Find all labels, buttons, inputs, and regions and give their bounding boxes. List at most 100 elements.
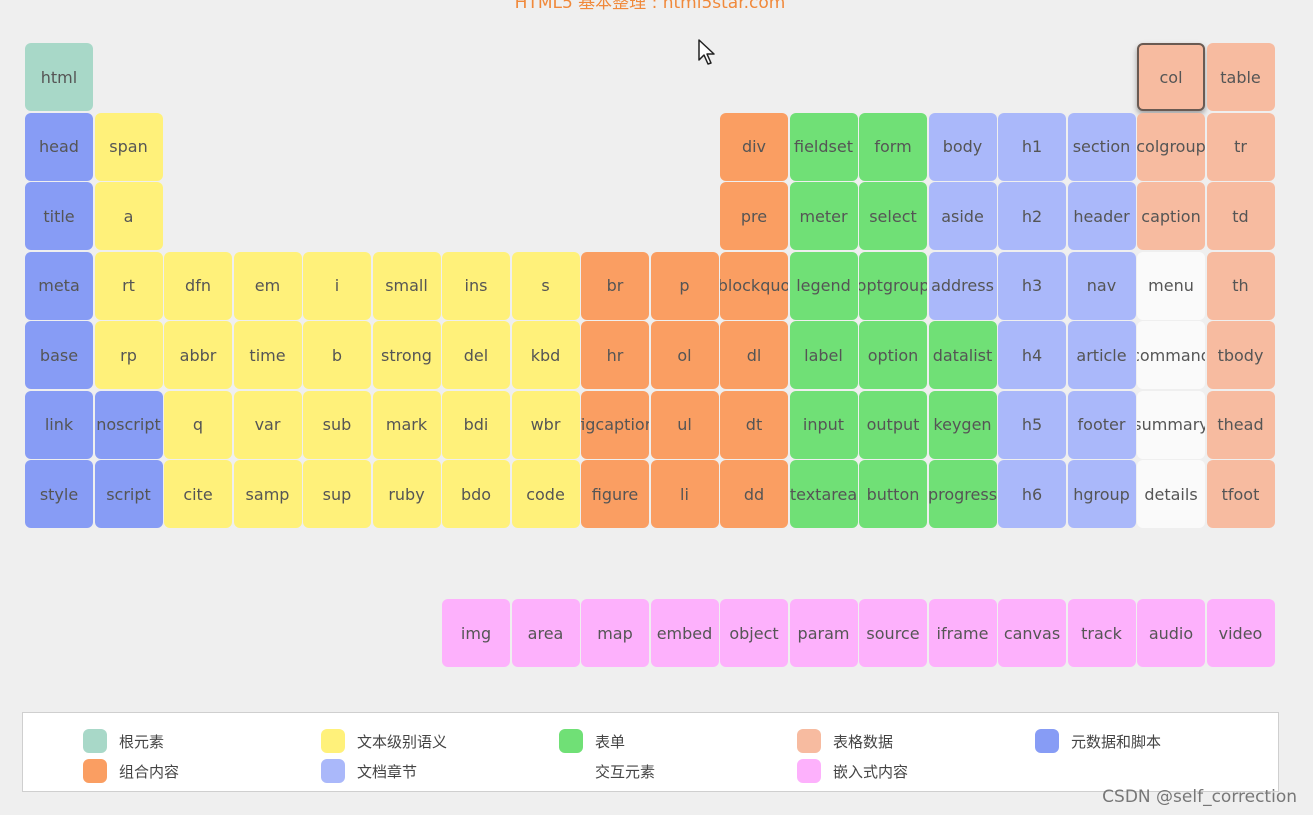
element-table[interactable]: table (1206, 43, 1275, 111)
element-img[interactable]: img (442, 599, 510, 667)
element-aside[interactable]: aside (928, 182, 997, 250)
element-audio[interactable]: audio (1137, 599, 1205, 667)
element-input[interactable]: input (789, 390, 858, 459)
element-colgroup[interactable]: colgroup (1137, 112, 1205, 181)
element-summary[interactable]: summary (1137, 390, 1205, 459)
element-section[interactable]: section (1067, 112, 1136, 181)
element-fieldset[interactable]: fieldset (789, 112, 858, 181)
element-tr[interactable]: tr (1206, 112, 1275, 181)
element-iframe[interactable]: iframe (928, 599, 997, 667)
element-hgroup[interactable]: hgroup (1067, 460, 1136, 528)
element-h4[interactable]: h4 (998, 321, 1066, 389)
element-meter[interactable]: meter (789, 182, 858, 250)
element-dl[interactable]: dl (720, 321, 788, 389)
element-object[interactable]: object (720, 599, 788, 667)
element-script[interactable]: script (94, 460, 163, 528)
element-q[interactable]: q (164, 390, 232, 459)
element-param[interactable]: param (789, 599, 858, 667)
element-mark[interactable]: mark (372, 390, 441, 459)
element-output[interactable]: output (859, 390, 927, 459)
element-figcaption[interactable]: figcaption (581, 390, 649, 459)
element-tfoot[interactable]: tfoot (1206, 460, 1275, 528)
element-noscript[interactable]: noscript (94, 390, 163, 459)
element-pre[interactable]: pre (720, 182, 788, 250)
element-keygen[interactable]: keygen (928, 390, 997, 459)
element-title[interactable]: title (25, 182, 93, 250)
element-embed[interactable]: embed (650, 599, 719, 667)
element-dt[interactable]: dt (720, 390, 788, 459)
element-ul[interactable]: ul (650, 390, 719, 459)
element-blockquo[interactable]: blockquo (720, 251, 788, 320)
element-video[interactable]: video (1206, 599, 1275, 667)
element-base[interactable]: base (25, 321, 93, 389)
element-html[interactable]: html (25, 43, 93, 111)
element-ol[interactable]: ol (650, 321, 719, 389)
element-label[interactable]: label (789, 321, 858, 389)
element-progress[interactable]: progress (928, 460, 997, 528)
element-body[interactable]: body (928, 112, 997, 181)
element-track[interactable]: track (1067, 599, 1136, 667)
element-area[interactable]: area (511, 599, 580, 667)
element-h2[interactable]: h2 (998, 182, 1066, 250)
element-form[interactable]: form (859, 112, 927, 181)
element-b[interactable]: b (303, 321, 371, 389)
element-address[interactable]: address (928, 251, 997, 320)
element-footer[interactable]: footer (1067, 390, 1136, 459)
element-bdi[interactable]: bdi (442, 390, 510, 459)
element-samp[interactable]: samp (233, 460, 302, 528)
element-tbody[interactable]: tbody (1206, 321, 1275, 389)
element-cite[interactable]: cite (164, 460, 232, 528)
element-canvas[interactable]: canvas (998, 599, 1066, 667)
element-kbd[interactable]: kbd (511, 321, 580, 389)
element-wbr[interactable]: wbr (511, 390, 580, 459)
element-optgroup[interactable]: optgroup (859, 251, 927, 320)
element-h6[interactable]: h6 (998, 460, 1066, 528)
element-article[interactable]: article (1067, 321, 1136, 389)
element-source[interactable]: source (859, 599, 927, 667)
element-menu[interactable]: menu (1137, 251, 1205, 320)
element-a[interactable]: a (94, 182, 163, 250)
element-link[interactable]: link (25, 390, 93, 459)
element-code[interactable]: code (511, 460, 580, 528)
element-i[interactable]: i (303, 251, 371, 320)
element-var[interactable]: var (233, 390, 302, 459)
element-map[interactable]: map (581, 599, 649, 667)
element-td[interactable]: td (1206, 182, 1275, 250)
element-option[interactable]: option (859, 321, 927, 389)
element-dfn[interactable]: dfn (164, 251, 232, 320)
element-span[interactable]: span (94, 112, 163, 181)
element-datalist[interactable]: datalist (928, 321, 997, 389)
element-dd[interactable]: dd (720, 460, 788, 528)
element-bdo[interactable]: bdo (442, 460, 510, 528)
element-time[interactable]: time (233, 321, 302, 389)
element-p[interactable]: p (650, 251, 719, 320)
element-textarea[interactable]: textarea (789, 460, 858, 528)
element-sup[interactable]: sup (303, 460, 371, 528)
element-head[interactable]: head (25, 112, 93, 181)
element-h1[interactable]: h1 (998, 112, 1066, 181)
element-figure[interactable]: figure (581, 460, 649, 528)
element-button[interactable]: button (859, 460, 927, 528)
element-col[interactable]: col (1137, 43, 1205, 111)
element-small[interactable]: small (372, 251, 441, 320)
element-legend[interactable]: legend (789, 251, 858, 320)
element-ruby[interactable]: ruby (372, 460, 441, 528)
element-header[interactable]: header (1067, 182, 1136, 250)
element-command[interactable]: command (1137, 321, 1205, 389)
element-rp[interactable]: rp (94, 321, 163, 389)
element-hr[interactable]: hr (581, 321, 649, 389)
element-del[interactable]: del (442, 321, 510, 389)
element-s[interactable]: s (511, 251, 580, 320)
element-em[interactable]: em (233, 251, 302, 320)
element-rt[interactable]: rt (94, 251, 163, 320)
element-ins[interactable]: ins (442, 251, 510, 320)
element-br[interactable]: br (581, 251, 649, 320)
element-nav[interactable]: nav (1067, 251, 1136, 320)
element-abbr[interactable]: abbr (164, 321, 232, 389)
element-details[interactable]: details (1137, 460, 1205, 528)
element-meta[interactable]: meta (25, 251, 93, 320)
element-sub[interactable]: sub (303, 390, 371, 459)
element-style[interactable]: style (25, 460, 93, 528)
element-select[interactable]: select (859, 182, 927, 250)
element-li[interactable]: li (650, 460, 719, 528)
